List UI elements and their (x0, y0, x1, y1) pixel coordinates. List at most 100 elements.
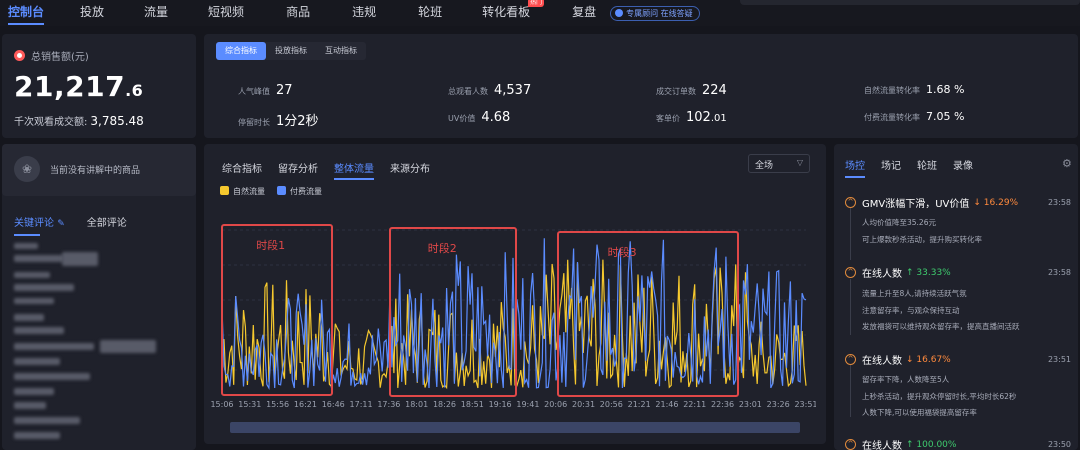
tab-key-comments[interactable]: 关键评论 ✎ (14, 214, 65, 236)
blurred-comment (14, 272, 50, 278)
tab-rotation[interactable]: 轮班 (917, 157, 937, 172)
timeline-line (850, 208, 851, 260)
nav-shifts[interactable]: 轮班 (418, 0, 442, 26)
scope-select[interactable]: 全场 ▽ (748, 154, 810, 173)
event-delta: ↓ 16.29% (973, 197, 1019, 208)
nav-short-video[interactable]: 短视频 (208, 0, 244, 26)
nav-products[interactable]: 商品 (286, 0, 310, 26)
nav-ads[interactable]: 投放 (80, 0, 104, 26)
metric-value: 7.05 % (926, 110, 965, 123)
x-tick-label: 15:06 (210, 400, 233, 409)
nav-conversion-board[interactable]: 转化看板 热门 (482, 0, 545, 26)
event-online-1: ^ 在线人数 ↑ 33.33% 23:58 (845, 265, 1071, 280)
blurred-comment (14, 432, 60, 439)
x-tick-label: 17:11 (350, 400, 373, 409)
metric-label: 自然流量转化率 (864, 86, 920, 95)
event-delta: ↑ 100.00% (906, 439, 957, 450)
money-icon (14, 50, 25, 61)
x-tick-label: 18:26 (433, 400, 456, 409)
tab-key-label: 关键评论 (14, 218, 54, 229)
nav-violations[interactable]: 违规 (352, 0, 376, 26)
right-tabs: 场控 场记 轮班 录像 (845, 157, 989, 178)
blurred-comment (14, 388, 54, 395)
no-product-text: 当前没有讲解中的商品 (50, 165, 141, 176)
event-time: 23:51 (1047, 355, 1071, 364)
metric-value-dec: .01 (710, 113, 727, 124)
metric-label: UV价值 (448, 114, 476, 123)
event-line: 留存率下降，人数降至5人 (862, 375, 950, 384)
event-online-3: ^ 在线人数 ↑ 100.00% 23:50 (845, 437, 1071, 450)
tab-field-control[interactable]: 场控 (845, 157, 865, 178)
metric-value: 224 (702, 83, 727, 98)
nav-review[interactable]: 复盘 (572, 0, 596, 26)
nav-console[interactable]: 控制台 (8, 0, 45, 26)
sales-value-dec: .6 (125, 81, 144, 100)
metric-value: 1.68 % (926, 83, 965, 96)
blurred-comment (14, 284, 74, 291)
tab-source-distribution[interactable]: 来源分布 (390, 160, 430, 175)
blurred-comment (14, 255, 64, 262)
tab-recording[interactable]: 录像 (953, 157, 973, 172)
chart-tabs: 综合指标 留存分析 整体流量 来源分布 (222, 160, 446, 180)
x-tick-label: 17:36 (377, 400, 400, 409)
tab-overall-traffic[interactable]: 整体流量 (334, 160, 374, 180)
blurred-comment (14, 298, 54, 304)
blurred-comment (100, 340, 156, 353)
legend-natural[interactable]: 自然流量 (220, 186, 265, 197)
sales-title: 总销售额(元) (14, 48, 89, 63)
event-time: 23:58 (1047, 268, 1071, 277)
advisor-pill[interactable]: 专属顾问 在线答疑 (610, 5, 700, 21)
metric-uv: UV价值 4.68 (448, 110, 510, 125)
no-product: ❀ 当前没有讲解中的商品 (14, 156, 140, 182)
event-title: 在线人数 (862, 441, 902, 450)
event-title: 在线人数 (862, 356, 902, 367)
metric-natural-cvr: 自然流量转化率 1.68 % (864, 83, 964, 96)
event-online-2: ^ 在线人数 ↓ 16.67% 23:51 (845, 352, 1071, 367)
event-line: 注意留存率，与观众保持互动 (862, 306, 960, 315)
tab-chart-overall[interactable]: 综合指标 (222, 160, 262, 175)
nav-traffic[interactable]: 流量 (144, 0, 168, 26)
event-line: 人均价值降至35.26元 (862, 218, 936, 227)
tab-interaction-metrics[interactable]: 互动指标 (316, 42, 366, 60)
legend-swatch (220, 186, 229, 195)
x-tick-label: 23:26 (767, 400, 790, 409)
metric-value: 102.01 (686, 110, 727, 125)
event-line: 可上爆款秒杀活动，提升购买转化率 (862, 235, 982, 244)
event-line: 发放福袋可以维持观众留存率，提高直播间活跃 (862, 322, 1020, 331)
event-time: 23:58 (1047, 198, 1071, 207)
metric-orders: 成交订单数 224 (656, 83, 727, 98)
blurred-comment (62, 252, 98, 266)
legend-paid[interactable]: 付费流量 (277, 186, 322, 197)
event-line: 上秒杀活动，提升观众停留时长,平均时长62秒 (862, 392, 1017, 401)
collapse-icon[interactable]: ^ (845, 439, 856, 450)
collapse-icon[interactable]: ^ (845, 197, 856, 208)
legend-natural-label: 自然流量 (233, 187, 265, 196)
top-right-bar (740, 0, 1080, 5)
blurred-comment (14, 243, 38, 249)
hot-badge: 热门 (528, 0, 545, 7)
tab-ad-metrics[interactable]: 投放指标 (266, 42, 316, 60)
tab-overall-metrics[interactable]: 综合指标 (216, 42, 266, 60)
metric-viewers: 总观看人数 4,537 (448, 83, 531, 98)
collapse-icon[interactable]: ^ (845, 354, 856, 365)
chart-legend: 自然流量 付费流量 (220, 186, 322, 197)
annotation-label: 时段1 (256, 238, 285, 252)
x-tick-label: 22:36 (711, 400, 734, 409)
gear-icon[interactable]: ⚙ (1062, 157, 1072, 170)
tab-field-notes[interactable]: 场记 (881, 157, 901, 172)
blurred-comment (14, 402, 46, 409)
collapse-icon[interactable]: ^ (845, 267, 856, 278)
edit-icon: ✎ (57, 219, 65, 229)
metric-label: 停留时长 (238, 118, 270, 127)
advisor-icon (615, 9, 624, 17)
tab-all-comments[interactable]: 全部评论 (87, 214, 127, 229)
metric-peak: 人气峰值 27 (238, 83, 293, 98)
metric-value: 4,537 (494, 83, 532, 98)
chart-zoom-scrollbar[interactable] (230, 422, 800, 433)
event-gmv: ^ GMV涨幅下滑，UV价值 ↓ 16.29% 23:58 (845, 195, 1071, 210)
event-time: 23:50 (1047, 440, 1071, 449)
sales-value: 21,217.6 (14, 70, 143, 103)
metric-value: 1分2秒 (276, 114, 319, 129)
blurred-comment (14, 417, 80, 424)
tab-retention[interactable]: 留存分析 (278, 160, 318, 175)
